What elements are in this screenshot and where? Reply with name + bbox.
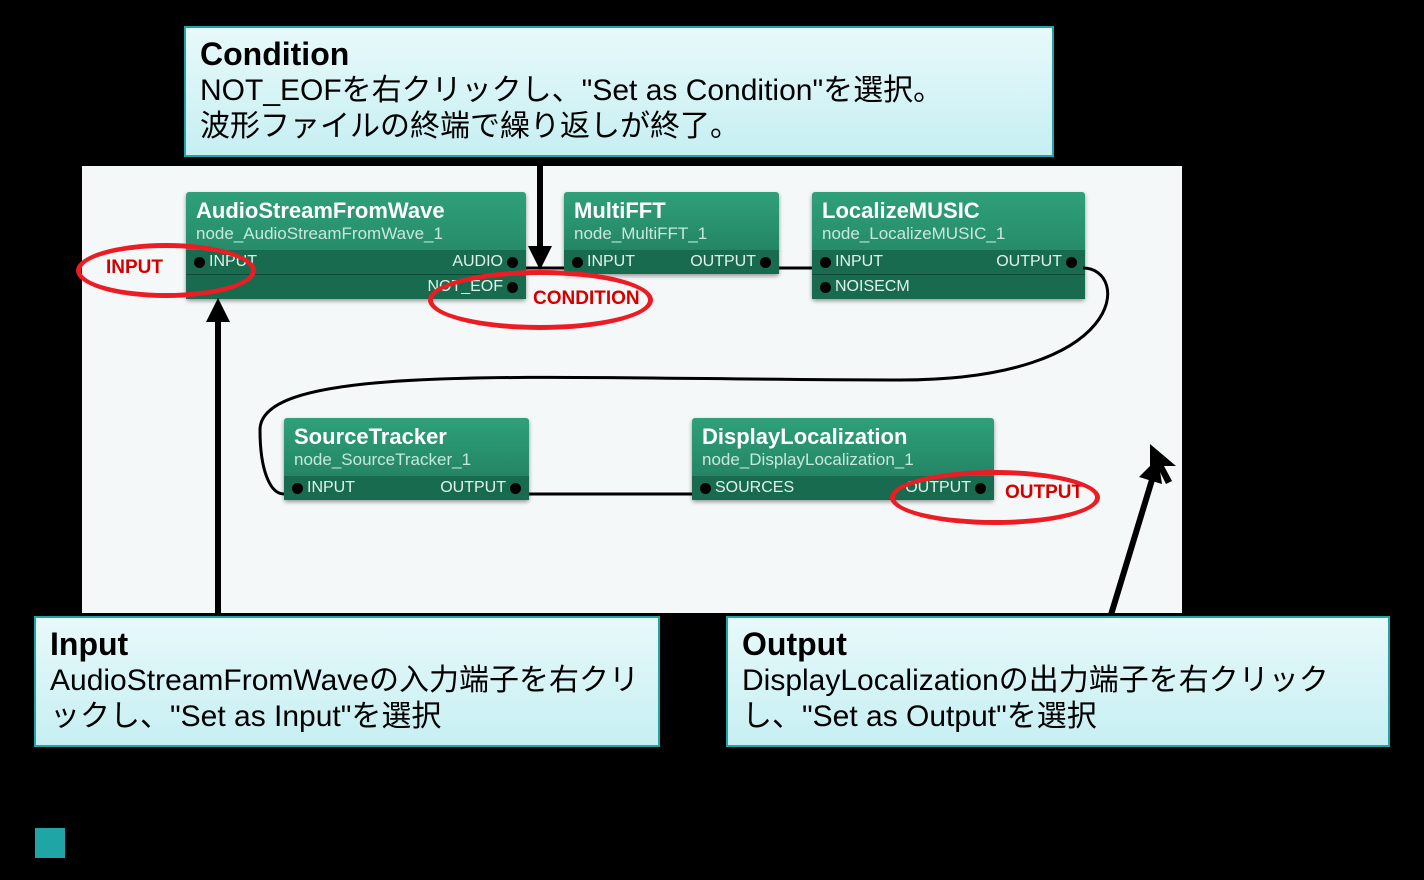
callout-title: Output xyxy=(742,626,1374,663)
port-label: AUDIO xyxy=(452,253,503,271)
port-output-dot[interactable] xyxy=(760,257,771,268)
callout-output: Output DisplayLocalizationの出力端子を右クリックし、"… xyxy=(726,616,1390,747)
port-label: OUTPUT xyxy=(440,479,506,497)
port-input-dot[interactable] xyxy=(292,483,303,494)
port-output-dot[interactable] xyxy=(1066,257,1077,268)
bullet-square-icon xyxy=(35,828,65,858)
node-localizemusic[interactable]: LocalizeMUSIC node_LocalizeMUSIC_1 INPUT… xyxy=(812,192,1085,299)
node-title: MultiFFT xyxy=(574,198,769,224)
port-label: OUTPUT xyxy=(690,253,756,271)
node-subtitle: node_SourceTracker_1 xyxy=(294,450,519,474)
callout-condition: Condition NOT_EOFを右クリックし、"Set as Conditi… xyxy=(184,26,1054,157)
highlight-ring-condition xyxy=(428,270,653,330)
port-label: INPUT xyxy=(587,253,635,271)
node-title: LocalizeMUSIC xyxy=(822,198,1075,224)
port-input-dot[interactable] xyxy=(700,483,711,494)
node-sourcetracker[interactable]: SourceTracker node_SourceTracker_1 INPUT… xyxy=(284,418,529,500)
node-multifft[interactable]: MultiFFT node_MultiFFT_1 INPUT OUTPUT xyxy=(564,192,779,274)
node-title: SourceTracker xyxy=(294,424,519,450)
callout-body: NOT_EOFを右クリックし、"Set as Condition"を選択。 xyxy=(200,73,1038,109)
callout-body: DisplayLocalizationの出力端子を右クリックし、"Set as … xyxy=(742,663,1374,735)
port-input-dot[interactable] xyxy=(820,282,831,293)
callout-title: Condition xyxy=(200,36,1038,73)
node-subtitle: node_DisplayLocalization_1 xyxy=(702,450,984,474)
callout-input: Input AudioStreamFromWaveの入力端子を右クリックし、"S… xyxy=(34,616,660,747)
callout-body: AudioStreamFromWaveの入力端子を右クリックし、"Set as … xyxy=(50,663,644,735)
node-subtitle: node_LocalizeMUSIC_1 xyxy=(822,224,1075,248)
node-subtitle: node_MultiFFT_1 xyxy=(574,224,769,248)
callout-title: Input xyxy=(50,626,644,663)
callout-body: 波形ファイルの終端で繰り返しが終了。 xyxy=(200,109,1038,145)
port-label: NOISECM xyxy=(835,278,910,296)
port-input-dot[interactable] xyxy=(820,257,831,268)
port-label: SOURCES xyxy=(715,479,794,497)
port-label: OUTPUT xyxy=(996,253,1062,271)
highlight-ring-input xyxy=(76,243,256,298)
node-title: AudioStreamFromWave xyxy=(196,198,516,224)
node-subtitle: node_AudioStreamFromWave_1 xyxy=(196,224,516,248)
port-label: INPUT xyxy=(835,253,883,271)
port-label: INPUT xyxy=(307,479,355,497)
port-output-dot[interactable] xyxy=(510,483,521,494)
port-input-dot[interactable] xyxy=(572,257,583,268)
node-title: DisplayLocalization xyxy=(702,424,984,450)
port-output-dot[interactable] xyxy=(507,257,518,268)
highlight-ring-output xyxy=(890,470,1100,525)
